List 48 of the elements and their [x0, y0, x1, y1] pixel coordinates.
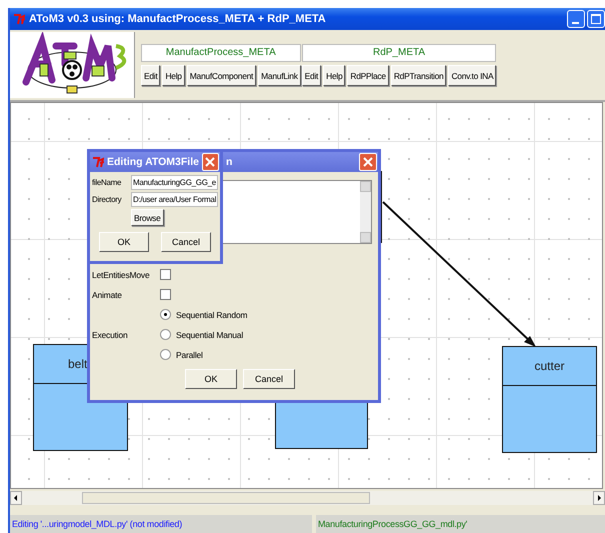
radio-button[interactable] — [160, 329, 171, 340]
toolbar-button[interactable]: Conv.to INA — [448, 65, 496, 86]
radio-label: Parallel — [176, 350, 203, 360]
field-label: Directory — [92, 195, 122, 204]
status-text: ManufacturingProcessGG_GG_mdl.py' — [316, 515, 605, 533]
maximize-button[interactable] — [587, 10, 605, 28]
dialog-title: Editing ATOM3File — [107, 156, 199, 168]
dialog-button[interactable]: OK — [99, 232, 149, 252]
input-field[interactable]: ManufacturingGG_GG_e — [131, 175, 218, 190]
checkbox[interactable] — [160, 269, 171, 280]
minimize-button[interactable] — [567, 10, 585, 28]
group-title: RdP_META — [302, 44, 496, 62]
option-label: Animate — [92, 290, 123, 300]
status-text: Editing '...uringmodel_MDL.py' (not modified) — [10, 515, 312, 533]
scrollbar[interactable] — [10, 491, 605, 505]
toolbar-button[interactable]: Help — [323, 65, 346, 86]
dialog-button[interactable]: Cancel — [243, 369, 295, 389]
dialog-button[interactable]: OK — [185, 369, 237, 389]
option-label: Execution — [92, 330, 129, 340]
group-title: ManufactProcess_META — [141, 44, 301, 62]
toolbar-button[interactable]: ManufComponent — [186, 65, 256, 86]
close-icon — [205, 157, 216, 167]
option-label: LetEntitiesMove — [92, 270, 150, 280]
input-field[interactable]: D:/user area/User Formal — [131, 192, 218, 207]
close-button[interactable] — [359, 153, 377, 171]
radio-button[interactable] — [160, 309, 171, 320]
toolbar-button[interactable]: Edit — [141, 65, 160, 86]
close-button[interactable] — [202, 153, 219, 171]
radio-button[interactable] — [160, 349, 171, 360]
toolbar-button[interactable]: Edit — [302, 65, 322, 86]
entity-label: cutter — [534, 359, 564, 373]
dialog-button[interactable]: Cancel — [161, 232, 211, 252]
toolbar-button[interactable]: ManufLink — [258, 65, 301, 86]
close-icon — [363, 157, 373, 167]
edge-line — [381, 171, 382, 243]
field-label: fileName — [92, 178, 122, 187]
toolbar-button[interactable]: RdPTransition — [390, 65, 446, 86]
radio-label: Sequential Random — [176, 310, 248, 320]
scrollbar[interactable] — [360, 181, 371, 243]
canvas-area[interactable] — [10, 102, 603, 489]
radio-label: Sequential Manual — [176, 330, 244, 340]
browse-button[interactable]: Browse — [131, 209, 164, 226]
window-title: AToM3 v0.3 using: ManufactProcess_META + RdP_META — [29, 13, 326, 25]
toolbar-button[interactable]: RdPPlace — [347, 65, 389, 86]
toolbar-button[interactable]: Help — [162, 65, 185, 86]
entity-label: belt — [68, 357, 88, 371]
dialog-title: n — [226, 156, 232, 168]
checkbox[interactable] — [160, 289, 171, 300]
